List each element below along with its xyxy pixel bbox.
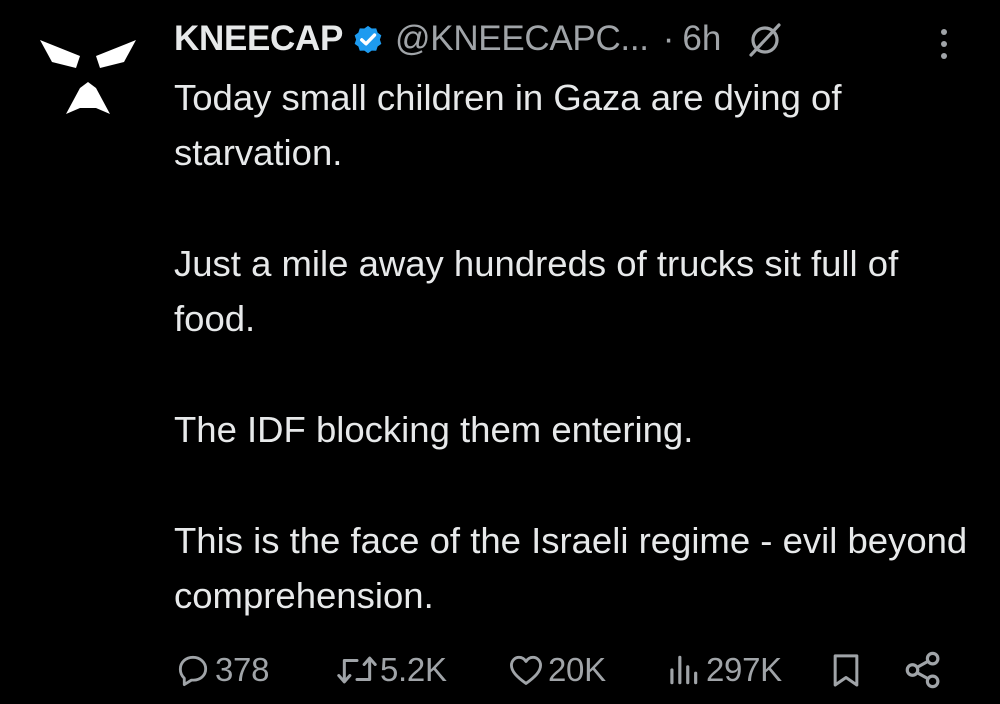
- views-icon: [670, 655, 698, 685]
- separator-dot: ·: [662, 19, 675, 58]
- bookmark-button[interactable]: [826, 645, 866, 695]
- like-button[interactable]: 20K: [507, 645, 606, 695]
- verified-badge-icon: [354, 25, 382, 54]
- reply-count: 378: [215, 651, 270, 688]
- repost-count: 5.2K: [380, 651, 447, 688]
- grok-icon[interactable]: [745, 19, 785, 59]
- timestamp[interactable]: 6h: [682, 19, 721, 59]
- share-icon: [905, 651, 940, 689]
- share-button[interactable]: [902, 645, 944, 695]
- tweet-header: KNEECAP @KNEECAPC... · 6h: [174, 14, 785, 64]
- tweet-paragraph: Just a mile away hundreds of trucks sit …: [174, 243, 899, 339]
- avatar[interactable]: [40, 38, 136, 118]
- tweet-text: Today small children in Gaza are dying o…: [174, 70, 974, 679]
- more-options-icon[interactable]: [934, 24, 954, 64]
- tweet-paragraph: This is the face of the Israeli regime -…: [174, 520, 968, 616]
- tweet-paragraph: Today small children in Gaza are dying o…: [174, 77, 842, 173]
- repost-icon: [337, 656, 377, 684]
- kneecap-logo-avatar: [40, 40, 136, 114]
- heart-icon: [510, 655, 542, 685]
- display-name[interactable]: KNEECAP: [174, 19, 343, 59]
- user-handle[interactable]: @KNEECAPC...: [395, 19, 649, 59]
- tweet-paragraph: The IDF blocking them entering.: [174, 409, 694, 450]
- reply-icon: [178, 655, 208, 686]
- reply-button[interactable]: 378: [174, 645, 269, 695]
- bookmark-icon: [833, 654, 859, 687]
- action-bar: 378 5.2K 20K 297K: [174, 645, 974, 695]
- repost-button[interactable]: 5.2K: [334, 645, 447, 695]
- views-count: 297K: [706, 651, 782, 688]
- like-count: 20K: [548, 651, 606, 688]
- views-button[interactable]: 297K: [664, 645, 782, 695]
